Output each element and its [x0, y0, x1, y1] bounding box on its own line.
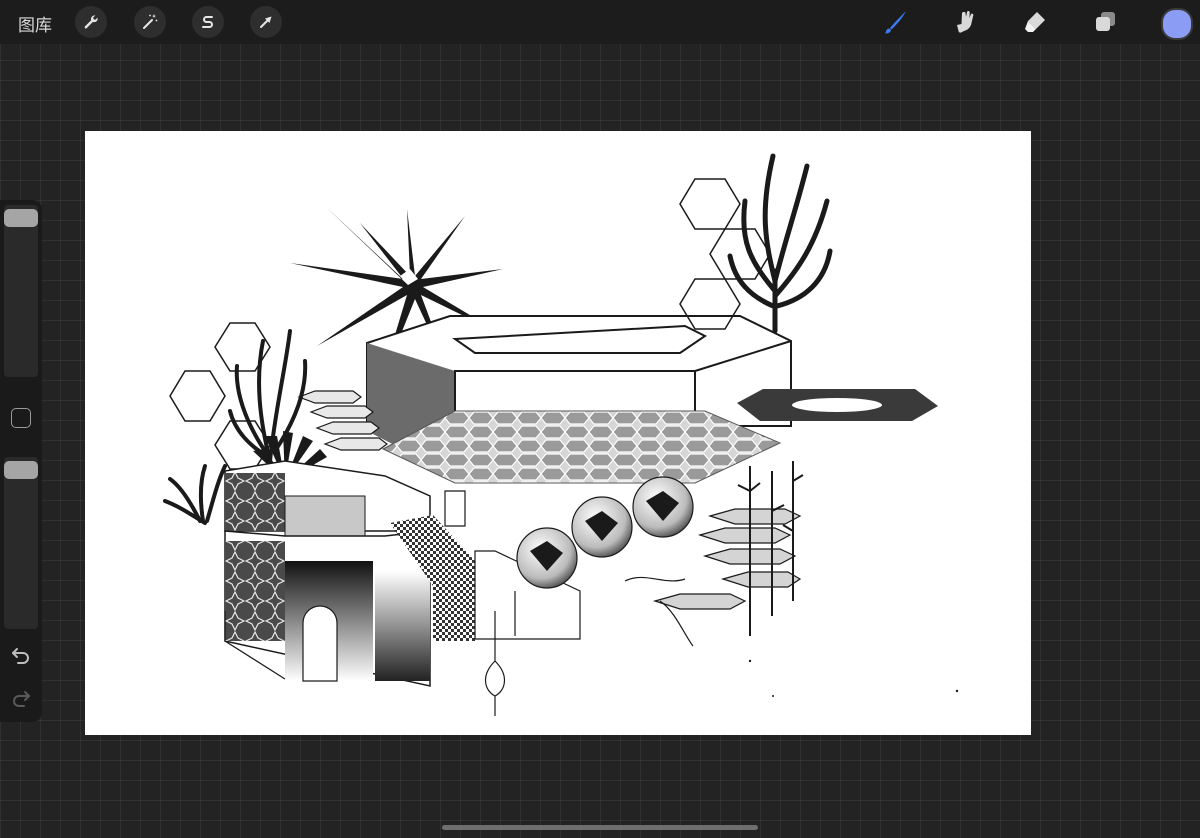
- redo-icon[interactable]: [10, 687, 32, 709]
- selection-s-icon: [202, 16, 213, 28]
- left-sidebar: [0, 200, 42, 722]
- layers-icon: [1096, 12, 1115, 31]
- eraser-icon: [1025, 12, 1045, 32]
- swans: [485, 576, 694, 716]
- home-indicator[interactable]: [442, 825, 758, 830]
- eraser-tool-button[interactable]: [1018, 6, 1052, 38]
- layers-button[interactable]: [1088, 6, 1122, 38]
- smudge-tool-button[interactable]: [948, 6, 982, 38]
- brush-size-slider-handle[interactable]: [4, 209, 38, 227]
- opacity-slider[interactable]: [4, 457, 38, 629]
- transform-button[interactable]: [250, 6, 282, 38]
- magic-wand-icon: [143, 14, 158, 29]
- hexagon-pool: [366, 315, 792, 484]
- actions-button[interactable]: [75, 6, 107, 38]
- arrow-cursor-icon: [260, 16, 272, 28]
- spheres: [516, 476, 694, 589]
- adjustments-button[interactable]: [134, 6, 166, 38]
- undo-icon[interactable]: [10, 644, 32, 666]
- brush-icon: [884, 11, 906, 34]
- lower-building: [224, 460, 431, 687]
- brush-tool-button[interactable]: [878, 6, 912, 38]
- top-toolbar: 图库: [0, 0, 1200, 44]
- modify-button[interactable]: [11, 408, 31, 428]
- artwork-illustration: [163, 153, 959, 716]
- drawing-canvas[interactable]: [85, 131, 1031, 735]
- specks: [748, 659, 959, 697]
- selection-button[interactable]: [192, 6, 224, 38]
- wrench-icon: [84, 15, 98, 29]
- opacity-slider-handle[interactable]: [4, 461, 38, 479]
- hexagon-outlines-right: [679, 178, 771, 330]
- color-picker-button[interactable]: [1161, 8, 1193, 40]
- gallery-button[interactable]: 图库: [18, 11, 52, 36]
- palm-plant-right: [727, 153, 833, 334]
- brush-size-slider[interactable]: [4, 205, 38, 377]
- floating-plate: [737, 389, 938, 421]
- smudge-icon: [957, 11, 974, 33]
